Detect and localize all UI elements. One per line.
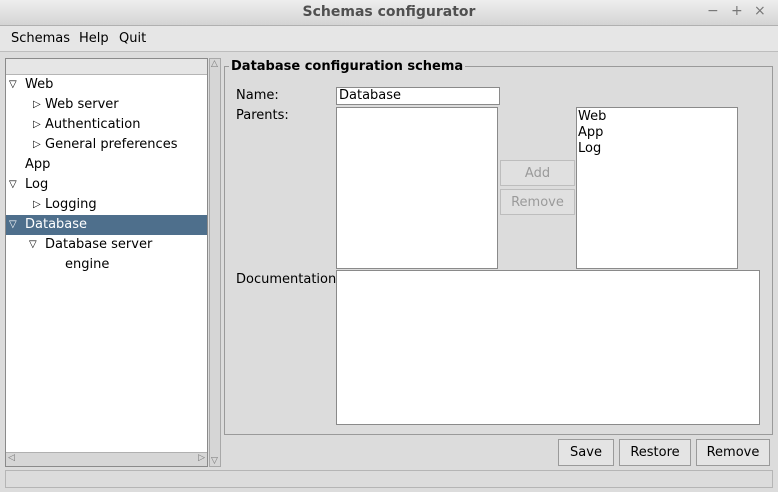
expanded-triangle-icon[interactable]: ▽	[29, 235, 41, 255]
tree-item-database-server[interactable]: ▽ Database server	[6, 235, 207, 255]
minimize-icon[interactable]: −	[707, 3, 719, 19]
available-parents-list[interactable]: Web App Log	[576, 107, 738, 269]
tree-item-web-server[interactable]: ▷ Web server	[6, 95, 207, 115]
window-title: Schemas configurator	[302, 4, 476, 20]
save-button[interactable]: Save	[558, 439, 614, 466]
tree-item-log[interactable]: ▽ Log	[6, 175, 207, 195]
menu-quit[interactable]: Quit	[119, 31, 146, 46]
tree-item-label: engine	[65, 257, 110, 272]
tree-header	[6, 59, 207, 75]
collapsed-triangle-icon[interactable]: ▷	[33, 115, 45, 135]
list-item[interactable]: Web	[578, 109, 606, 124]
collapsed-triangle-icon[interactable]: ▷	[33, 95, 45, 115]
name-label: Name:	[236, 88, 279, 103]
tree-item-engine[interactable]: engine	[6, 255, 207, 275]
tree-item-label: Database	[25, 217, 88, 232]
expanded-triangle-icon[interactable]: ▽	[9, 175, 21, 195]
scroll-right-icon[interactable]: ▷	[198, 453, 205, 463]
tree-item-web[interactable]: ▽ Web	[6, 75, 207, 95]
add-parent-button[interactable]: Add	[500, 160, 575, 186]
restore-button[interactable]: Restore	[619, 439, 691, 466]
tree-item-label: Authentication	[45, 117, 141, 132]
tree-vertical-scrollbar[interactable]: △ ▽	[209, 58, 221, 467]
tree-horizontal-scrollbar[interactable]: ◁ ▷	[6, 452, 207, 466]
tree-item-label: Logging	[45, 197, 97, 212]
tree-item-label: Web server	[45, 97, 119, 112]
maximize-icon[interactable]: +	[731, 3, 743, 19]
tree-item-label: Web	[25, 77, 54, 92]
parents-label: Parents:	[236, 108, 289, 123]
list-item[interactable]: Log	[578, 141, 601, 156]
expanded-triangle-icon[interactable]: ▽	[9, 75, 21, 95]
menu-help[interactable]: Help	[79, 31, 109, 46]
schema-tree[interactable]: ▽ Web ▷ Web server ▷ Authentication ▷ Ge…	[5, 58, 208, 467]
selected-parents-list[interactable]	[336, 107, 498, 269]
group-title: Database configuration schema	[229, 59, 466, 74]
scroll-up-icon[interactable]: △	[211, 59, 218, 69]
menu-schemas[interactable]: Schemas	[11, 31, 70, 46]
remove-schema-button[interactable]: Remove	[696, 439, 770, 466]
tree-item-app[interactable]: App	[6, 155, 207, 175]
tree-item-label: Log	[25, 177, 49, 192]
status-bar	[5, 470, 773, 488]
collapsed-triangle-icon[interactable]: ▷	[33, 135, 45, 155]
close-icon[interactable]: ×	[754, 3, 766, 19]
name-input[interactable]: Database	[336, 87, 500, 105]
tree-item-authentication[interactable]: ▷ Authentication	[6, 115, 207, 135]
list-item[interactable]: App	[578, 125, 603, 140]
remove-parent-button[interactable]: Remove	[500, 189, 575, 215]
scroll-down-icon[interactable]: ▽	[211, 456, 218, 466]
tree-item-database[interactable]: ▽ Database	[6, 215, 207, 235]
title-bar: Schemas configurator − + ×	[0, 0, 778, 26]
scroll-left-icon[interactable]: ◁	[8, 453, 15, 463]
tree-item-general-preferences[interactable]: ▷ General preferences	[6, 135, 207, 155]
collapsed-triangle-icon[interactable]: ▷	[33, 195, 45, 215]
tree-item-logging[interactable]: ▷ Logging	[6, 195, 207, 215]
tree-item-label: App	[25, 157, 51, 172]
tree-item-label: Database server	[45, 237, 153, 252]
tree-item-label: General preferences	[45, 137, 178, 152]
expanded-triangle-icon[interactable]: ▽	[9, 215, 21, 235]
menu-bar: Schemas Help Quit	[0, 26, 778, 52]
documentation-label: Documentation:	[236, 272, 341, 287]
documentation-textarea[interactable]	[336, 270, 760, 425]
